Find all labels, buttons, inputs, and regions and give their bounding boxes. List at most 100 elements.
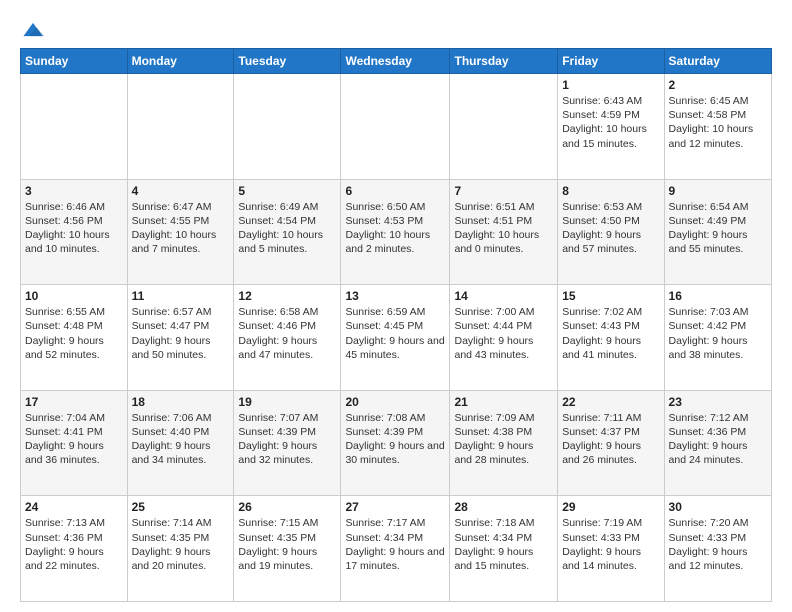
header-area	[20, 16, 772, 42]
day-cell: 18 Sunrise: 7:06 AM Sunset: 4:40 PM Dayli…	[127, 390, 234, 496]
day-number: 13	[345, 289, 445, 303]
header-cell-sunday: Sunday	[21, 49, 128, 74]
day-cell: 7 Sunrise: 6:51 AM Sunset: 4:51 PM Daylig…	[450, 179, 558, 285]
day-number: 12	[238, 289, 336, 303]
day-cell: 27 Sunrise: 7:17 AM Sunset: 4:34 PM Dayli…	[341, 496, 450, 602]
logo-icon	[22, 20, 44, 42]
day-cell: 2 Sunrise: 6:45 AM Sunset: 4:58 PM Daylig…	[664, 74, 771, 180]
day-info: Sunrise: 6:51 AM Sunset: 4:51 PM Dayligh…	[454, 200, 553, 257]
day-info: Sunrise: 6:53 AM Sunset: 4:50 PM Dayligh…	[562, 200, 659, 257]
day-cell: 12 Sunrise: 6:58 AM Sunset: 4:46 PM Dayli…	[234, 285, 341, 391]
day-cell: 14 Sunrise: 7:00 AM Sunset: 4:44 PM Dayli…	[450, 285, 558, 391]
day-number: 30	[669, 500, 767, 514]
day-info: Sunrise: 7:20 AM Sunset: 4:33 PM Dayligh…	[669, 516, 767, 573]
day-cell: 28Sunrise: 7:18 AM Sunset: 4:34 PM Dayli…	[450, 496, 558, 602]
day-number: 6	[345, 184, 445, 198]
day-number: 18	[132, 395, 230, 409]
day-number: 22	[562, 395, 659, 409]
day-info: Sunrise: 6:46 AM Sunset: 4:56 PM Dayligh…	[25, 200, 123, 257]
week-row-3: 17 Sunrise: 7:04 AM Sunset: 4:41 PM Dayli…	[21, 390, 772, 496]
day-info: Sunrise: 6:47 AM Sunset: 4:55 PM Dayligh…	[132, 200, 230, 257]
day-number: 14	[454, 289, 553, 303]
day-cell	[21, 74, 128, 180]
day-info: Sunrise: 7:00 AM Sunset: 4:44 PM Dayligh…	[454, 305, 553, 362]
header-cell-saturday: Saturday	[664, 49, 771, 74]
day-info: Sunrise: 7:09 AM Sunset: 4:38 PM Dayligh…	[454, 411, 553, 468]
day-cell	[127, 74, 234, 180]
calendar-body: 1 Sunrise: 6:43 AM Sunset: 4:59 PM Daylig…	[21, 74, 772, 602]
day-number: 16	[669, 289, 767, 303]
day-number: 15	[562, 289, 659, 303]
day-cell: 10 Sunrise: 6:55 AM Sunset: 4:48 PM Dayli…	[21, 285, 128, 391]
day-info: Sunrise: 7:07 AM Sunset: 4:39 PM Dayligh…	[238, 411, 336, 468]
day-cell: 15 Sunrise: 7:02 AM Sunset: 4:43 PM Dayli…	[558, 285, 664, 391]
day-cell: 16 Sunrise: 7:03 AM Sunset: 4:42 PM Dayli…	[664, 285, 771, 391]
week-row-4: 24 Sunrise: 7:13 AM Sunset: 4:36 PM Dayli…	[21, 496, 772, 602]
header-cell-friday: Friday	[558, 49, 664, 74]
day-cell: 22 Sunrise: 7:11 AM Sunset: 4:37 PM Dayli…	[558, 390, 664, 496]
day-number: 17	[25, 395, 123, 409]
day-info: Sunrise: 7:06 AM Sunset: 4:40 PM Dayligh…	[132, 411, 230, 468]
day-number: 25	[132, 500, 230, 514]
day-cell: 4Sunrise: 6:47 AM Sunset: 4:55 PM Daylig…	[127, 179, 234, 285]
day-cell: 23 Sunrise: 7:12 AM Sunset: 4:36 PM Dayli…	[664, 390, 771, 496]
day-cell: 11 Sunrise: 6:57 AM Sunset: 4:47 PM Dayli…	[127, 285, 234, 391]
day-info: Sunrise: 7:02 AM Sunset: 4:43 PM Dayligh…	[562, 305, 659, 362]
day-number: 8	[562, 184, 659, 198]
day-info: Sunrise: 7:11 AM Sunset: 4:37 PM Dayligh…	[562, 411, 659, 468]
day-info: Sunrise: 7:18 AM Sunset: 4:34 PM Dayligh…	[454, 516, 553, 573]
day-info: Sunrise: 6:59 AM Sunset: 4:45 PM Dayligh…	[345, 305, 445, 362]
day-info: Sunrise: 6:57 AM Sunset: 4:47 PM Dayligh…	[132, 305, 230, 362]
day-info: Sunrise: 7:12 AM Sunset: 4:36 PM Dayligh…	[669, 411, 767, 468]
day-cell	[234, 74, 341, 180]
day-cell: 21 Sunrise: 7:09 AM Sunset: 4:38 PM Dayli…	[450, 390, 558, 496]
day-number: 20	[345, 395, 445, 409]
header-cell-monday: Monday	[127, 49, 234, 74]
day-cell: 26Sunrise: 7:15 AM Sunset: 4:35 PM Dayli…	[234, 496, 341, 602]
day-number: 7	[454, 184, 553, 198]
day-cell: 17 Sunrise: 7:04 AM Sunset: 4:41 PM Dayli…	[21, 390, 128, 496]
day-info: Sunrise: 7:17 AM Sunset: 4:34 PM Dayligh…	[345, 516, 445, 573]
day-number: 27	[345, 500, 445, 514]
day-info: Sunrise: 6:49 AM Sunset: 4:54 PM Dayligh…	[238, 200, 336, 257]
day-cell: 13 Sunrise: 6:59 AM Sunset: 4:45 PM Dayli…	[341, 285, 450, 391]
day-number: 9	[669, 184, 767, 198]
day-cell: 30 Sunrise: 7:20 AM Sunset: 4:33 PM Dayli…	[664, 496, 771, 602]
day-info: Sunrise: 7:03 AM Sunset: 4:42 PM Dayligh…	[669, 305, 767, 362]
week-row-2: 10 Sunrise: 6:55 AM Sunset: 4:48 PM Dayli…	[21, 285, 772, 391]
day-number: 3	[25, 184, 123, 198]
day-number: 2	[669, 78, 767, 92]
day-cell: 3 Sunrise: 6:46 AM Sunset: 4:56 PM Daylig…	[21, 179, 128, 285]
day-cell: 24 Sunrise: 7:13 AM Sunset: 4:36 PM Dayli…	[21, 496, 128, 602]
header-cell-wednesday: Wednesday	[341, 49, 450, 74]
logo	[20, 20, 44, 42]
day-cell: 20 Sunrise: 7:08 AM Sunset: 4:39 PM Dayli…	[341, 390, 450, 496]
day-cell: 8 Sunrise: 6:53 AM Sunset: 4:50 PM Daylig…	[558, 179, 664, 285]
day-info: Sunrise: 6:50 AM Sunset: 4:53 PM Dayligh…	[345, 200, 445, 257]
day-number: 26	[238, 500, 336, 514]
day-info: Sunrise: 6:55 AM Sunset: 4:48 PM Dayligh…	[25, 305, 123, 362]
day-info: Sunrise: 6:45 AM Sunset: 4:58 PM Dayligh…	[669, 94, 767, 151]
header-cell-tuesday: Tuesday	[234, 49, 341, 74]
day-info: Sunrise: 6:58 AM Sunset: 4:46 PM Dayligh…	[238, 305, 336, 362]
day-number: 23	[669, 395, 767, 409]
calendar-table: SundayMondayTuesdayWednesdayThursdayFrid…	[20, 48, 772, 602]
day-info: Sunrise: 7:14 AM Sunset: 4:35 PM Dayligh…	[132, 516, 230, 573]
day-number: 21	[454, 395, 553, 409]
header-cell-thursday: Thursday	[450, 49, 558, 74]
day-cell: 9Sunrise: 6:54 AM Sunset: 4:49 PM Daylig…	[664, 179, 771, 285]
header-row: SundayMondayTuesdayWednesdayThursdayFrid…	[21, 49, 772, 74]
day-info: Sunrise: 7:04 AM Sunset: 4:41 PM Dayligh…	[25, 411, 123, 468]
day-number: 24	[25, 500, 123, 514]
day-number: 11	[132, 289, 230, 303]
day-info: Sunrise: 6:43 AM Sunset: 4:59 PM Dayligh…	[562, 94, 659, 151]
day-number: 19	[238, 395, 336, 409]
day-info: Sunrise: 7:08 AM Sunset: 4:39 PM Dayligh…	[345, 411, 445, 468]
day-number: 10	[25, 289, 123, 303]
day-number: 1	[562, 78, 659, 92]
day-info: Sunrise: 7:13 AM Sunset: 4:36 PM Dayligh…	[25, 516, 123, 573]
day-cell: 25 Sunrise: 7:14 AM Sunset: 4:35 PM Dayli…	[127, 496, 234, 602]
day-cell	[450, 74, 558, 180]
week-row-0: 1 Sunrise: 6:43 AM Sunset: 4:59 PM Daylig…	[21, 74, 772, 180]
day-cell: 6 Sunrise: 6:50 AM Sunset: 4:53 PM Daylig…	[341, 179, 450, 285]
